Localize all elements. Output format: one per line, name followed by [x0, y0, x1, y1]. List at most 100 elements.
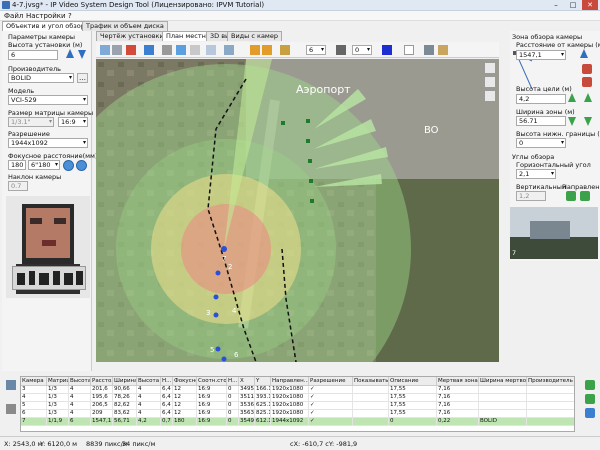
grid-camera-icon[interactable] — [6, 380, 16, 390]
table-cell[interactable]: 1/3 — [47, 394, 69, 402]
copy-icon[interactable] — [585, 394, 595, 404]
color-swatch-white[interactable] — [404, 45, 414, 55]
plus-icon[interactable] — [63, 160, 74, 171]
table-cell[interactable]: 4 — [69, 386, 91, 394]
camera-label-5[interactable]: 5 — [210, 346, 214, 354]
width-down-icon[interactable] — [568, 117, 576, 126]
line-tool-icon[interactable] — [162, 45, 172, 55]
table-cell[interactable]: 12 — [173, 410, 197, 418]
table-cell[interactable]: ✓ — [309, 394, 353, 402]
width-down2-icon[interactable] — [584, 117, 592, 126]
table-cell[interactable]: 4 — [69, 394, 91, 402]
table-cell[interactable]: 4 — [137, 386, 161, 394]
column-header[interactable]: Высота ц... — [137, 377, 161, 386]
table-cell[interactable]: 1/3 — [47, 410, 69, 418]
minimize-button[interactable]: – — [548, 0, 564, 10]
table-cell[interactable]: 166.172,9 — [255, 386, 271, 394]
camera-label-2[interactable]: 2 — [228, 263, 232, 271]
model-select[interactable]: VCI-529 — [8, 95, 88, 105]
camera-label-3[interactable]: 3 — [206, 309, 210, 317]
column-header[interactable]: Мертвая зона — [437, 377, 479, 386]
browse-button[interactable]: … — [77, 73, 88, 83]
table-cell[interactable]: 16:9 — [197, 386, 227, 394]
target-up2-icon[interactable] — [584, 93, 592, 102]
aspect-select[interactable]: 16:9 — [58, 117, 88, 127]
table-cell[interactable]: 4 — [137, 402, 161, 410]
table-cell[interactable]: 83,62 — [113, 410, 137, 418]
column-header[interactable]: Матрица — [47, 377, 69, 386]
table-cell[interactable]: 3536.4 — [239, 402, 255, 410]
zoom-out-icon[interactable] — [484, 76, 496, 88]
tab-traffic[interactable]: Трафик и объем диска — [82, 21, 168, 31]
table-cell[interactable] — [479, 394, 527, 402]
table-cell[interactable]: 1920x1080 — [271, 394, 309, 402]
table-cell[interactable]: 4 — [69, 410, 91, 418]
minus-icon[interactable] — [76, 160, 87, 171]
table-cell[interactable]: ✓ — [309, 418, 353, 426]
table-cell[interactable]: 0,22 — [437, 418, 479, 426]
table-cell[interactable] — [353, 418, 389, 426]
rotate-right-icon[interactable] — [580, 191, 590, 201]
focal-input[interactable]: 180 — [8, 160, 26, 170]
table-cell[interactable]: 17,55 — [389, 394, 437, 402]
column-header[interactable]: Разрешение — [309, 377, 353, 386]
table-cell[interactable]: 16:9 — [197, 418, 227, 426]
export-icon[interactable] — [438, 45, 448, 55]
table-cell[interactable] — [353, 410, 389, 418]
table-cell[interactable]: 3 — [21, 386, 47, 394]
table-cell[interactable] — [527, 402, 574, 410]
column-header[interactable]: Производитель — [527, 377, 574, 386]
column-header[interactable]: Описание — [389, 377, 437, 386]
table-cell[interactable]: 393.172,7 — [255, 394, 271, 402]
line-width-icon[interactable] — [280, 45, 290, 55]
table-cell[interactable] — [527, 410, 574, 418]
angle-select[interactable]: 0 — [352, 45, 372, 55]
table-cell[interactable] — [527, 418, 574, 426]
table-cell[interactable]: 17,55 — [389, 402, 437, 410]
arrow-up-icon[interactable] — [66, 49, 74, 58]
column-header[interactable]: Показывать — [353, 377, 389, 386]
table-cell[interactable]: 90,66 — [113, 386, 137, 394]
column-header[interactable]: Н... — [227, 377, 239, 386]
table-cell[interactable]: 3549.5 — [239, 418, 255, 426]
table-cell[interactable]: 4 — [137, 394, 161, 402]
color-swatch-blue[interactable] — [382, 45, 392, 55]
column-header[interactable]: Направлен... — [271, 377, 309, 386]
table-cell[interactable]: 7,16 — [437, 402, 479, 410]
tilt-input[interactable]: 0.7 — [8, 181, 28, 191]
height-input[interactable]: 6 — [8, 50, 58, 60]
table-cell[interactable]: 1920x1080 — [271, 402, 309, 410]
table-cell[interactable]: 0,7 — [161, 418, 173, 426]
image-tool-icon[interactable] — [206, 45, 216, 55]
pointer-tool-icon[interactable] — [224, 45, 234, 55]
table-cell[interactable] — [527, 386, 574, 394]
table-cell[interactable]: 4 — [21, 394, 47, 402]
table-cell[interactable]: 201,6 — [91, 386, 113, 394]
table-cell[interactable]: 5 — [21, 402, 47, 410]
table-cell[interactable]: 4,2 — [137, 418, 161, 426]
table-cell[interactable] — [527, 394, 574, 402]
camera-label-4[interactable]: 4 — [232, 307, 236, 315]
line-style-icon[interactable] — [336, 45, 346, 55]
table-cell[interactable]: 7,16 — [437, 386, 479, 394]
add-icon[interactable] — [585, 380, 595, 390]
table-cell[interactable] — [479, 402, 527, 410]
target-height-input[interactable]: 4,2 — [516, 94, 566, 104]
table-cell[interactable]: 78,26 — [113, 394, 137, 402]
table-cell[interactable]: 12 — [173, 394, 197, 402]
table-cell[interactable] — [479, 386, 527, 394]
distance-up-icon[interactable] — [580, 49, 588, 58]
table-cell[interactable]: 17,55 — [389, 386, 437, 394]
resolution-select[interactable]: 1944x1092 — [8, 138, 88, 148]
table-cell[interactable]: 3563.4 — [239, 410, 255, 418]
table-cell[interactable] — [353, 402, 389, 410]
table-cell[interactable]: 6 — [21, 410, 47, 418]
table-cell[interactable]: 0 — [389, 418, 437, 426]
rect-red-icon[interactable] — [126, 45, 136, 55]
table-cell[interactable] — [479, 410, 527, 418]
table-cell[interactable]: 0 — [227, 386, 239, 394]
table-cell[interactable]: 0 — [227, 402, 239, 410]
horizontal-input[interactable]: 2,1 — [516, 169, 556, 179]
redo-icon[interactable] — [262, 45, 272, 55]
table-cell[interactable]: 6 — [69, 418, 91, 426]
